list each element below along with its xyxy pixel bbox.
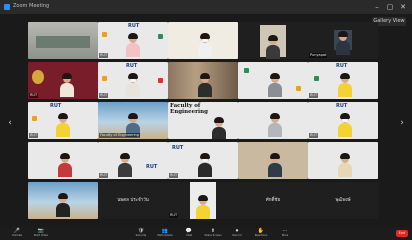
more-button[interactable]: ⋯ More bbox=[274, 228, 296, 240]
participant-name: RUT bbox=[169, 213, 179, 218]
participant-name: RUT bbox=[99, 93, 109, 98]
unmute-button[interactable]: 🎤 Unmute bbox=[6, 228, 28, 240]
video-tile[interactable] bbox=[28, 182, 98, 219]
video-tile[interactable]: Faculty of Engineering bbox=[168, 102, 238, 139]
video-tile[interactable]: Faculty of Engineering bbox=[98, 102, 168, 139]
video-tile[interactable] bbox=[238, 142, 308, 179]
meeting-toolbar: 🎤 Unmute 📷 Start Video 🛡 Security 👥 Particip… bbox=[0, 227, 412, 240]
participant-name: RUT bbox=[309, 93, 319, 98]
video-tile[interactable] bbox=[28, 22, 98, 59]
video-tile[interactable]: RUT bbox=[28, 62, 98, 99]
faculty-banner: Faculty of Engineering bbox=[170, 103, 208, 115]
video-tile[interactable]: RUT RUT bbox=[98, 22, 168, 59]
video-grid: RUT RUT Punyapat RUT RUT RUT RUT RUT RUT… bbox=[28, 22, 378, 221]
start-video-button[interactable]: 📷 Start Video bbox=[30, 228, 52, 240]
prev-page-icon[interactable]: ‹ bbox=[6, 116, 14, 130]
participant-name-center: นพดล ประจำวัน bbox=[117, 198, 149, 203]
window-title: Zoom Meeting bbox=[13, 3, 50, 9]
video-tile[interactable]: ศักดิ์ชัย bbox=[238, 182, 308, 219]
participant-name: RUT bbox=[99, 53, 109, 58]
video-tile[interactable]: RUT RUT bbox=[308, 102, 378, 139]
close-button[interactable]: ✕ bbox=[398, 2, 408, 12]
participant-name: RUT bbox=[169, 173, 179, 178]
video-tile[interactable]: RUT RUT bbox=[98, 142, 168, 179]
video-tile[interactable] bbox=[238, 102, 308, 139]
video-tile[interactable]: นพดล ประจำวัน bbox=[98, 182, 168, 219]
zoom-app-icon bbox=[4, 4, 10, 10]
end-meeting-button[interactable]: End bbox=[396, 230, 408, 237]
video-tile[interactable] bbox=[238, 62, 308, 99]
video-tile[interactable]: RUT RUT bbox=[28, 102, 98, 139]
video-tile[interactable] bbox=[28, 142, 98, 179]
maximize-button[interactable]: ▢ bbox=[385, 2, 395, 12]
minimize-button[interactable]: – bbox=[372, 2, 382, 12]
video-tile[interactable]: RUT RUT bbox=[168, 142, 238, 179]
video-tile[interactable]: พุฒิพงษ์ bbox=[308, 182, 378, 219]
participant-name: RUT bbox=[29, 133, 39, 138]
title-bar: Zoom Meeting – ▢ ✕ bbox=[0, 0, 412, 14]
video-tile[interactable]: RUT bbox=[168, 182, 238, 219]
share-screen-button[interactable]: ⬆ Share Screen bbox=[202, 228, 224, 240]
next-page-icon[interactable]: › bbox=[398, 116, 406, 130]
security-button[interactable]: 🛡 Security bbox=[130, 228, 152, 240]
participant-name: RUT bbox=[309, 133, 319, 138]
reactions-button[interactable]: ✋ Reactions bbox=[250, 228, 272, 240]
video-tile[interactable] bbox=[168, 22, 238, 59]
participant-name: RUT bbox=[29, 93, 39, 98]
chat-button[interactable]: 💬 Chat bbox=[178, 228, 200, 240]
video-tile[interactable] bbox=[168, 62, 238, 99]
participant-name: Faculty of Engineering bbox=[99, 133, 140, 138]
participant-name: RUT bbox=[99, 173, 109, 178]
participant-name-center: ศักดิ์ชัย bbox=[265, 198, 281, 203]
participant-name-center: พุฒิพงษ์ bbox=[335, 198, 351, 203]
video-tile[interactable]: Punyapat bbox=[308, 22, 378, 59]
participants-button[interactable]: 👥 Participants bbox=[154, 228, 176, 240]
participant-name: Punyapat bbox=[309, 53, 328, 58]
video-tile[interactable]: RUT RUT bbox=[98, 62, 168, 99]
video-tile[interactable] bbox=[238, 22, 308, 59]
video-tile[interactable]: RUT RUT bbox=[308, 62, 378, 99]
record-button[interactable]: ⏺ Record bbox=[226, 228, 248, 240]
video-tile[interactable] bbox=[308, 142, 378, 179]
